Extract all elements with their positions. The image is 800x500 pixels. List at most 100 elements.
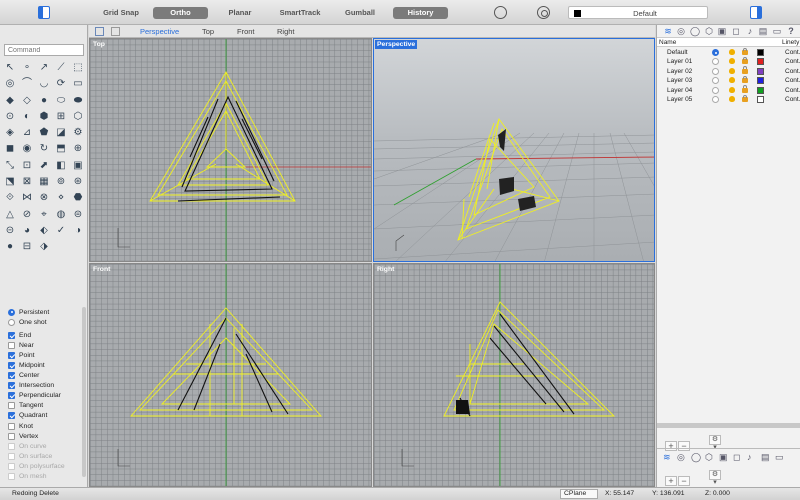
osnap-center[interactable]: Center xyxy=(8,371,80,381)
panel-splitter[interactable] xyxy=(657,423,800,428)
tool-button-58[interactable]: ⬗ xyxy=(37,240,51,254)
tool-button-10[interactable]: ▭ xyxy=(71,77,85,91)
tool-button-38[interactable]: ▦ xyxy=(37,175,51,189)
osnap-on-polysurface[interactable]: On polysurface xyxy=(8,461,80,471)
tool-button-33[interactable]: ⬈ xyxy=(37,159,51,173)
add-layer-button[interactable]: + xyxy=(665,441,677,451)
linetype-tab-icon[interactable]: ♪ xyxy=(745,26,755,36)
checkbox[interactable] xyxy=(8,473,15,481)
checkbox[interactable] xyxy=(8,452,15,460)
current-layer-select[interactable]: Default xyxy=(568,6,708,19)
layer-row[interactable]: Layer 01 Cont. xyxy=(657,56,800,66)
osnap-end[interactable]: End xyxy=(8,330,80,340)
tool-button-17[interactable]: ◐ xyxy=(20,110,34,124)
checkbox[interactable] xyxy=(8,341,15,349)
notes-lower-icon[interactable]: ▤ xyxy=(761,452,770,463)
four-view-icon[interactable] xyxy=(95,27,104,36)
tool-button-16[interactable]: ⊙ xyxy=(3,110,17,124)
display-tab-icon[interactable]: ▭ xyxy=(772,26,782,36)
lightbulb-icon[interactable] xyxy=(729,77,735,84)
layer-name[interactable]: Default xyxy=(667,49,688,56)
checkbox[interactable] xyxy=(8,402,15,410)
tool-button-15[interactable]: ⬬ xyxy=(71,94,85,108)
layer-linetype[interactable]: Cont. xyxy=(785,68,800,75)
osnap-tangent[interactable]: Tangent xyxy=(8,401,80,411)
current-layer-radio[interactable] xyxy=(712,49,719,56)
layers-tab-icon[interactable]: ≋ xyxy=(663,26,673,36)
lightbulb-icon[interactable] xyxy=(729,58,735,65)
checkbox[interactable] xyxy=(8,412,15,420)
tool-button-35[interactable]: ▣ xyxy=(71,159,85,173)
radio-button[interactable] xyxy=(8,318,15,326)
layer-name[interactable]: Layer 01 xyxy=(667,58,692,65)
lock-icon[interactable] xyxy=(742,66,748,74)
lock-icon[interactable] xyxy=(742,75,748,84)
layer-name[interactable]: Layer 05 xyxy=(667,96,692,103)
grid-snap-button[interactable]: Grid Snap xyxy=(97,7,145,19)
layer-linetype[interactable]: Cont. xyxy=(785,77,800,84)
layer-row[interactable]: Default Cont. xyxy=(657,47,800,57)
tool-button-56[interactable]: ● xyxy=(3,240,17,254)
layer-name[interactable]: Layer 04 xyxy=(667,87,692,94)
tool-button-30[interactable]: ⊕ xyxy=(71,142,85,156)
tool-button-40[interactable]: ⊛ xyxy=(71,175,85,189)
lightbulb-icon[interactable] xyxy=(729,49,735,55)
tool-button-20[interactable]: ⬡ xyxy=(71,110,85,124)
tool-button-54[interactable]: ✓ xyxy=(54,224,68,238)
tab-front[interactable]: Front xyxy=(237,26,255,37)
filter-icon[interactable] xyxy=(494,6,507,19)
display-lower-icon[interactable]: ▭ xyxy=(775,452,784,463)
tool-button-37[interactable]: ⊠ xyxy=(20,175,34,189)
osnap-mode-one-shot[interactable]: One shot xyxy=(8,317,80,327)
tool-button-29[interactable]: ⬒ xyxy=(54,142,68,156)
layer-row[interactable]: Layer 05 Cont. xyxy=(657,94,800,104)
help-tab-icon[interactable]: ? xyxy=(786,26,796,36)
lock-icon[interactable] xyxy=(742,85,748,93)
lower-add-button[interactable]: + xyxy=(665,476,677,486)
osnap-mode-persistent[interactable]: Persistent xyxy=(8,307,80,317)
layer-row[interactable]: Layer 03 Cont. xyxy=(657,75,800,85)
viewport-front[interactable]: Front xyxy=(89,263,372,487)
layer-options-button[interactable]: ⚙ ▾ xyxy=(709,435,721,451)
tool-button-28[interactable]: ↻ xyxy=(37,142,51,156)
tool-button-12[interactable]: ◇ xyxy=(20,94,34,108)
tool-button-36[interactable]: ⬔ xyxy=(3,175,17,189)
tool-button-57[interactable]: ⊟ xyxy=(20,240,34,254)
current-layer-radio[interactable] xyxy=(712,58,719,66)
osnap-point[interactable]: Point xyxy=(8,350,80,360)
radio-button[interactable] xyxy=(8,308,15,316)
current-layer-radio[interactable] xyxy=(712,67,719,75)
tool-button-46[interactable]: △ xyxy=(3,208,17,222)
layer-color-swatch[interactable] xyxy=(757,58,764,66)
tool-button-53[interactable]: ⬖ xyxy=(37,224,51,238)
tool-button-13[interactable]: ● xyxy=(37,94,51,108)
tool-button-31[interactable]: ⤡ xyxy=(3,159,17,173)
lightbulb-icon[interactable] xyxy=(729,67,735,74)
checkbox[interactable] xyxy=(8,362,15,370)
checkbox[interactable] xyxy=(8,422,15,430)
camera-lower-icon[interactable]: ▣ xyxy=(719,452,728,463)
cplane-select[interactable]: CPlane xyxy=(560,489,598,499)
layer-linetype[interactable]: Cont. xyxy=(785,49,800,56)
layer-linetype[interactable]: Cont. xyxy=(785,96,800,103)
tool-button-27[interactable]: ◉ xyxy=(20,142,34,156)
layer-color-swatch[interactable] xyxy=(757,86,764,94)
object-lower-icon[interactable]: ⬡ xyxy=(705,452,713,463)
checkbox[interactable] xyxy=(8,432,15,440)
osnap-on-mesh[interactable]: On mesh xyxy=(8,472,80,482)
tool-button-50[interactable]: ⊜ xyxy=(71,208,85,222)
tab-top[interactable]: Top xyxy=(202,26,214,37)
tool-button-22[interactable]: ⊿ xyxy=(20,126,34,140)
tool-button-47[interactable]: ⊘ xyxy=(20,208,34,222)
lower-options-button[interactable]: ⚙ ▾ xyxy=(709,470,721,486)
osnap-scrollbar[interactable] xyxy=(82,307,86,477)
osnap-near[interactable]: Near xyxy=(8,340,80,350)
layer-name[interactable]: Layer 02 xyxy=(667,68,692,75)
gumball-button[interactable]: Gumball xyxy=(336,7,384,19)
properties-lower-icon[interactable]: ◎ xyxy=(677,452,685,463)
tool-button-5[interactable]: ⬚ xyxy=(71,61,85,75)
tool-button-51[interactable]: ⊝ xyxy=(3,224,17,238)
toggle-left-sidebar-icon[interactable] xyxy=(38,6,50,19)
tool-button-2[interactable]: ∘ xyxy=(20,61,34,75)
layer-linetype[interactable]: Cont. xyxy=(785,87,800,94)
